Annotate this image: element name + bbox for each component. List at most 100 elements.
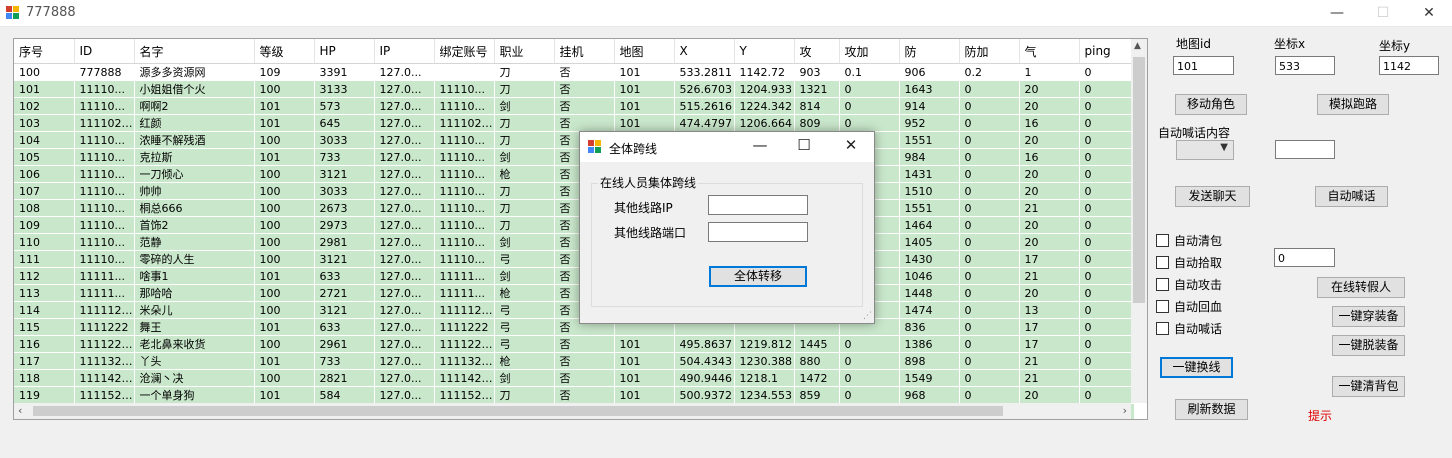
column-header[interactable]: IP [374,39,435,64]
checkbox-label: 自动回血 [1174,300,1223,314]
table-cell: 104 [14,131,75,149]
checkbox-label: 自动喊话 [1174,322,1223,336]
vertical-scrollbar[interactable]: ▲ [1131,39,1147,403]
table-cell: 否 [554,386,615,404]
column-header[interactable]: 绑定账号 [434,39,495,64]
horizontal-scroll-thumb[interactable] [33,406,1003,416]
unequip-all-button[interactable]: 一键脱装备 [1332,335,1405,356]
table-row[interactable]: 101 11110... 小姐姐借个火 100 3133 127.0... 11110...… [14,80,1135,98]
column-header[interactable]: ID [74,39,135,64]
auto-shout-checkbox[interactable]: 自动喊话 [1156,320,1222,337]
column-header[interactable]: 地图 [614,39,675,64]
coord-x-input[interactable]: 533 [1275,56,1335,75]
table-row[interactable]: 117 11113222 丫头 101 733 127.0... 11113222 枪否 101… [14,352,1135,370]
auto-clear-bag-checkbox[interactable]: 自动清包 [1156,232,1222,249]
auto-pickup-checkbox[interactable]: 自动拾取 [1156,254,1222,271]
table-row[interactable]: 103 11110222 红颜 101 645 127.0... 11110222 刀否 101… [14,114,1135,132]
other-ip-input[interactable] [708,195,808,215]
column-header[interactable]: 挂机 [554,39,615,64]
column-header[interactable]: 序号 [14,39,75,64]
scroll-left-icon[interactable]: ‹ [18,404,22,417]
close-icon[interactable]: ✕ [1406,0,1452,26]
simulate-run-button[interactable]: 模拟跑路 [1317,94,1389,115]
table-cell: 11111... [74,267,135,285]
column-header[interactable]: 防加 [959,39,1020,64]
table-row[interactable]: 102 11110... 啊啊2 101 573 127.0... 11110... 剑否 10… [14,97,1135,115]
checkbox-box[interactable] [1156,278,1169,291]
move-role-button[interactable]: 移动角色 [1175,94,1247,115]
table-row[interactable]: 110 11110... 范静 100 2981 127.0... 11110... 剑否 14… [14,233,1135,251]
table-cell: 3121 [314,165,375,183]
checkbox-box[interactable] [1156,300,1169,313]
column-header[interactable]: 气 [1019,39,1080,64]
auto-shout-button[interactable]: 自动喊话 [1315,186,1388,207]
table-row[interactable]: 114 11111222 米朵儿 100 3121 127.0... 11111222 弓否 1… [14,301,1135,319]
table-row[interactable]: 118 11114222 沧澜丶决 100 2821 127.0... 11114222 剑否… [14,369,1135,387]
scroll-up-icon[interactable]: ▲ [1134,41,1141,51]
checkbox-box[interactable] [1156,256,1169,269]
online-to-fake-button[interactable]: 在线转假人 [1317,277,1405,298]
vertical-scroll-thumb[interactable] [1133,57,1145,303]
table-row[interactable]: 104 11110... 浓睡不解残酒 100 3033 127.0... 11110...… [14,131,1135,149]
coord-y-input[interactable]: 1142 [1379,56,1439,75]
table-cell: 11111... [434,267,495,285]
auto-heal-checkbox[interactable]: 自动回血 [1156,298,1222,315]
table-row[interactable]: 113 11111... 那哈哈 100 2721 127.0... 11111... 枪否 1… [14,284,1135,302]
number-input[interactable]: 0 [1274,248,1335,267]
column-header[interactable]: 防 [899,39,960,64]
clear-bag-button[interactable]: 一键清背包 [1332,376,1405,397]
minimize-icon[interactable]: — [1314,0,1360,26]
switch-line-button[interactable]: 一键换线 [1160,357,1233,378]
column-header[interactable]: 名字 [134,39,255,64]
dialog-minimize-icon[interactable]: — [745,136,775,154]
send-chat-button[interactable]: 发送聊天 [1175,186,1250,207]
shout-content-combo[interactable]: ▼ [1176,140,1234,160]
table-row[interactable]: 100 777888 源多多资源网 109 3391 127.0... 刀否 101 533.2… [14,63,1135,81]
map-id-input[interactable]: 101 [1173,56,1234,75]
table-cell: 500.9372 [674,386,735,404]
column-header[interactable]: X [674,39,735,64]
table-cell: 20 [1019,233,1080,251]
dialog-maximize-icon[interactable]: ☐ [789,136,819,154]
column-header[interactable]: Y [734,39,795,64]
column-header[interactable]: HP [314,39,375,64]
checkbox-box[interactable] [1156,322,1169,335]
table-row[interactable]: 105 11110... 克拉斯 101 733 127.0... 11110... 剑否 98… [14,148,1135,166]
table-cell: 11110... [74,148,135,166]
column-header[interactable]: 等级 [254,39,315,64]
refresh-data-button[interactable]: 刷新数据 [1175,399,1248,420]
transfer-all-button[interactable]: 全体转移 [709,266,807,287]
table-cell: 11110... [74,216,135,234]
table-row[interactable]: 106 11110... 一刀倾心 100 3121 127.0... 11110... 枪否… [14,165,1135,183]
column-header[interactable]: 攻加 [839,39,900,64]
table-row[interactable]: 111 11110... 零碎的人生 100 3121 127.0... 11110... 弓… [14,250,1135,268]
table-cell: 100 [254,80,315,98]
equip-all-button[interactable]: 一键穿装备 [1332,306,1405,327]
table-cell: 11110... [434,165,495,183]
table-cell: 0 [1079,165,1135,183]
dialog-close-icon[interactable]: ✕ [836,136,866,154]
table-row[interactable]: 109 11110... 首饰2 100 2973 127.0... 11110... 刀否 1… [14,216,1135,234]
other-port-input[interactable] [708,222,808,242]
auto-attack-checkbox[interactable]: 自动攻击 [1156,276,1222,293]
table-cell: 0 [959,216,1020,234]
column-header[interactable]: ping [1079,39,1135,64]
table-row[interactable]: 112 11111... 啥事1 101 633 127.0... 11111... 剑否 10… [14,267,1135,285]
table-row[interactable]: 107 11110... 帅帅 100 3033 127.0... 11110... 刀否 15… [14,182,1135,200]
shout-text-input[interactable] [1275,140,1335,159]
table-row[interactable]: 115 1111222 舞王 101 633 127.0... 1111222 弓否 836 0 1… [14,318,1135,336]
horizontal-scrollbar[interactable]: ‹ › [14,403,1131,419]
table-cell: 1 [1019,63,1080,81]
table-row[interactable]: 108 11110... 桐总666 100 2673 127.0... 11110... 刀… [14,199,1135,217]
column-header[interactable]: 职业 [494,39,555,64]
table-cell: 零碎的人生 [134,250,255,268]
table-cell: 11110... [74,199,135,217]
group-label: 在线人员集体跨线 [598,174,699,191]
table-row[interactable]: 116 11112222 老北鼻来收货 100 2961 127.0... 11112222… [14,335,1135,353]
table-cell: 115 [14,318,75,336]
resize-grip-icon[interactable]: ⋰ [863,311,872,321]
column-header[interactable]: 攻 [794,39,840,64]
scroll-right-icon[interactable]: › [1123,404,1127,417]
checkbox-box[interactable] [1156,234,1169,247]
table-row[interactable]: 119 11115222 一个单身狗 101 584 127.0... 11115222 刀否… [14,386,1135,404]
